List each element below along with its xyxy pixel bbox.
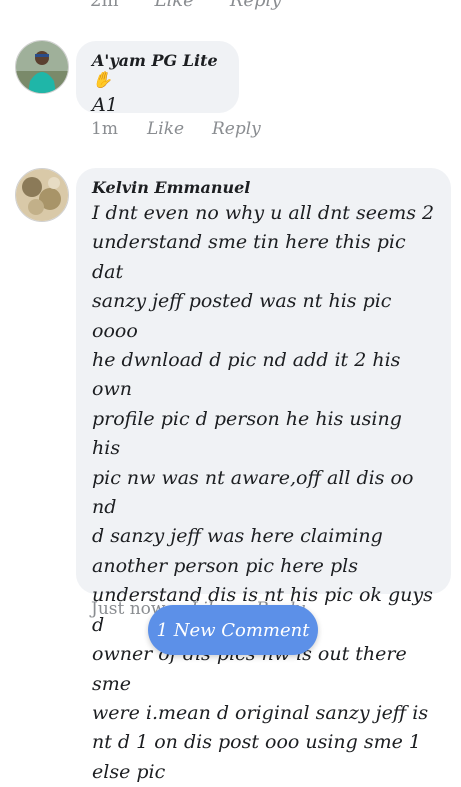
comment-author[interactable]: Kelvin Emmanuel <box>92 178 435 197</box>
comment-bubble: A'yam PG Lite ✋ A1 <box>76 41 239 116</box>
previous-comment-time: 2m <box>90 0 119 11</box>
comment-line: pic nw was nt aware,off all dis oo nd <box>92 466 414 519</box>
comment-line: nt d 1 on dis post ooo using sme 1 <box>92 731 422 754</box>
previous-reply-link[interactable]: Reply <box>230 0 282 11</box>
new-comment-button[interactable]: 1 New Comment <box>148 605 318 655</box>
comment-line: he dwnload d pic nd add it 2 his own <box>92 349 401 401</box>
comment-line: sanzy jeff posted was nt his pic oooo <box>92 290 392 342</box>
comment-line: I dnt even no why u all dnt seems 2 <box>92 202 435 224</box>
comment-bubble: Kelvin Emmanuel I dnt even no why u all … <box>76 168 451 783</box>
comment-line: another person pic here pls <box>92 554 358 577</box>
comment-line: understand sme tin here this pic dat <box>92 231 406 283</box>
comment-text: I dnt even no why u all dnt seems 2 unde… <box>92 199 435 787</box>
comment-line: d sanzy jeff was here claiming <box>92 525 383 548</box>
previous-like-link[interactable]: Like <box>155 0 194 11</box>
like-link[interactable]: Like <box>147 119 212 139</box>
waving-hand-icon: ✋ <box>92 70 112 89</box>
comment-actions: 1m Like Reply <box>91 118 261 140</box>
avatar-image <box>16 169 68 221</box>
comment-text: A1 <box>92 94 118 116</box>
avatar[interactable] <box>15 168 69 222</box>
comment-time: 1m <box>91 119 118 139</box>
comment-line: were i.mean d original sanzy jeff is <box>92 701 429 724</box>
avatar-image <box>16 41 68 93</box>
previous-comment-actions: 2m Like Reply <box>90 0 281 12</box>
comment-line: else pic <box>92 760 166 783</box>
comment-author[interactable]: A'yam PG Lite ✋ <box>92 51 223 89</box>
avatar[interactable] <box>15 40 69 94</box>
comment-line: profile pic d person he his using his <box>92 407 402 460</box>
reply-link[interactable]: Reply <box>212 119 261 139</box>
